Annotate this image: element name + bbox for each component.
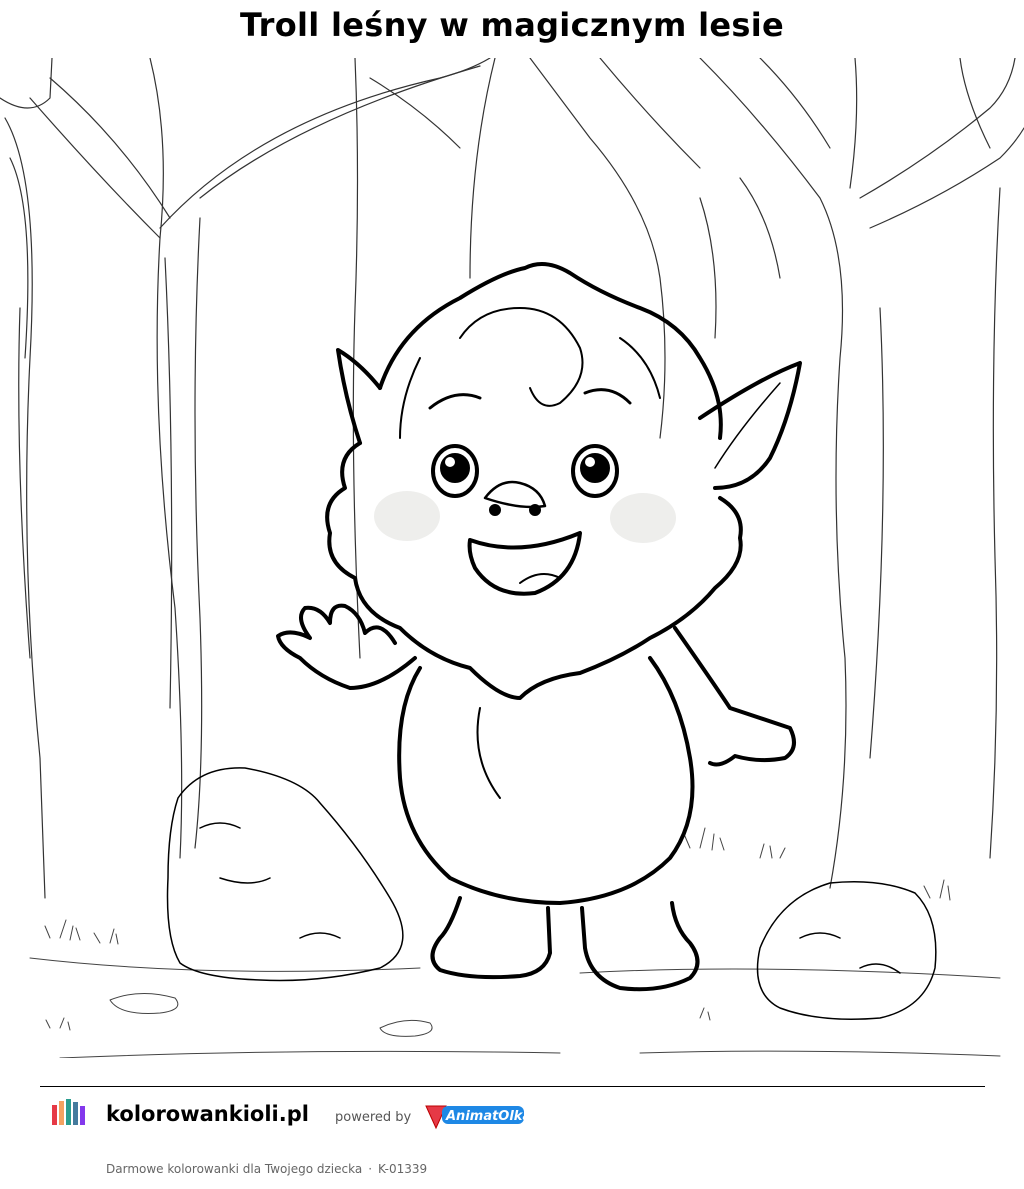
forest-trees xyxy=(0,58,1024,899)
footer-divider xyxy=(40,1086,985,1087)
animatolka-logo-icon[interactable]: AnimatOlka xyxy=(424,1100,528,1132)
tagline-text: Darmowe kolorowanki dla Twojego dziecka xyxy=(106,1162,363,1176)
site-name-link[interactable]: kolorowankioli.pl xyxy=(106,1102,309,1126)
brand-logo-text: AnimatOlka xyxy=(445,1109,528,1124)
tagline-separator: · xyxy=(368,1162,373,1176)
forest-troll-illustration xyxy=(0,58,1024,1058)
powered-by-label: powered by xyxy=(335,1110,412,1125)
kolorowankioli-logo-icon[interactable] xyxy=(44,1095,92,1139)
page-title: Troll leśny w magicznym lesie xyxy=(240,6,784,44)
coloring-page-code: K-01339 xyxy=(378,1162,428,1176)
ground-details xyxy=(29,827,1001,1058)
troll xyxy=(276,262,802,992)
rocks xyxy=(166,767,937,1020)
footer-tagline: Darmowe kolorowanki dla Twojego dziecka ·… xyxy=(106,1162,427,1176)
